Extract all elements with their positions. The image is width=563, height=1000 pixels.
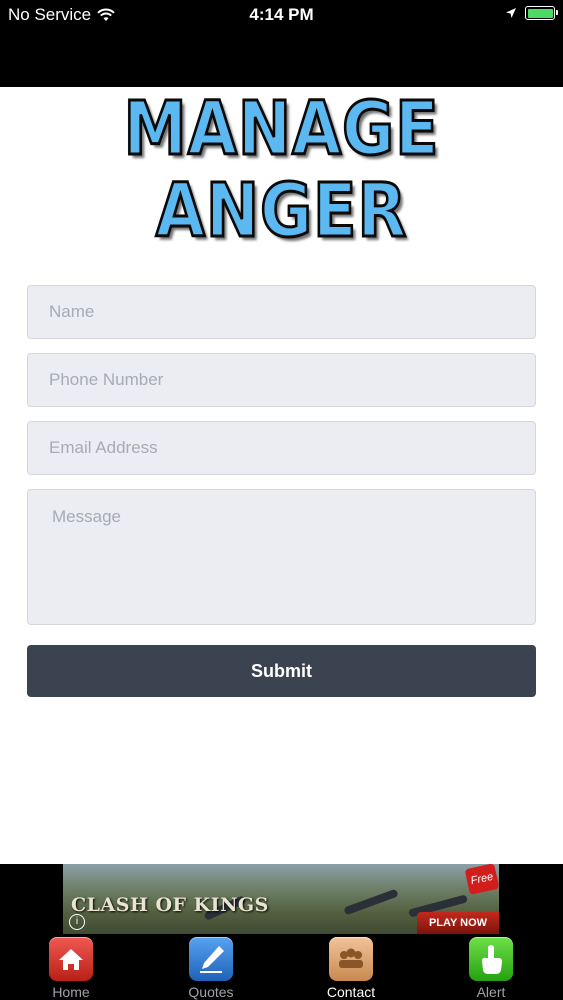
quill-pen-icon — [189, 937, 233, 981]
battery-icon — [525, 6, 558, 20]
logo-line-2: ANGER — [154, 168, 408, 254]
clock: 4:14 PM — [249, 5, 314, 24]
tab-bar: Home Quotes Contact Alert — [0, 934, 563, 1000]
tab-home[interactable]: Home — [1, 934, 141, 1000]
tab-alert[interactable]: Alert — [421, 934, 561, 1000]
nav-bar — [0, 30, 563, 87]
status-right-group — [505, 6, 558, 20]
ad-title: CLASH OF KINGS — [71, 894, 269, 916]
email-input[interactable]: Email Address — [27, 421, 536, 475]
logo-line-1: MANAGE — [122, 86, 440, 172]
tab-contact-label: Contact — [326, 984, 376, 1000]
tab-home-label: Home — [52, 984, 90, 1000]
ad-info-icon[interactable]: i — [69, 914, 85, 930]
cannon-graphic — [343, 888, 399, 916]
name-input[interactable]: Name — [27, 285, 536, 339]
contacts-icon — [329, 937, 373, 981]
phone-input[interactable]: Phone Number — [27, 353, 536, 407]
tab-contact[interactable]: Contact — [281, 934, 421, 1000]
location-arrow-icon — [506, 8, 516, 18]
submit-button[interactable]: Submit — [27, 645, 536, 697]
ad-play-now-button[interactable]: PLAY NOW — [417, 912, 499, 934]
tab-quotes[interactable]: Quotes — [141, 934, 281, 1000]
app-logo: MANAGE ANGER — [0, 86, 563, 258]
ad-free-badge: Free — [464, 864, 499, 895]
home-icon — [49, 937, 93, 981]
tab-alert-label: Alert — [476, 984, 506, 1000]
ad-banner[interactable]: CLASH OF KINGS Free PLAY NOW i — [63, 864, 499, 934]
tab-quotes-label: Quotes — [188, 984, 234, 1000]
status-bar: No Service 4:14 PM — [0, 0, 563, 30]
ad-container: CLASH OF KINGS Free PLAY NOW i — [0, 864, 563, 934]
message-textarea[interactable]: Message — [27, 489, 536, 625]
hand-pointer-icon — [469, 937, 513, 981]
